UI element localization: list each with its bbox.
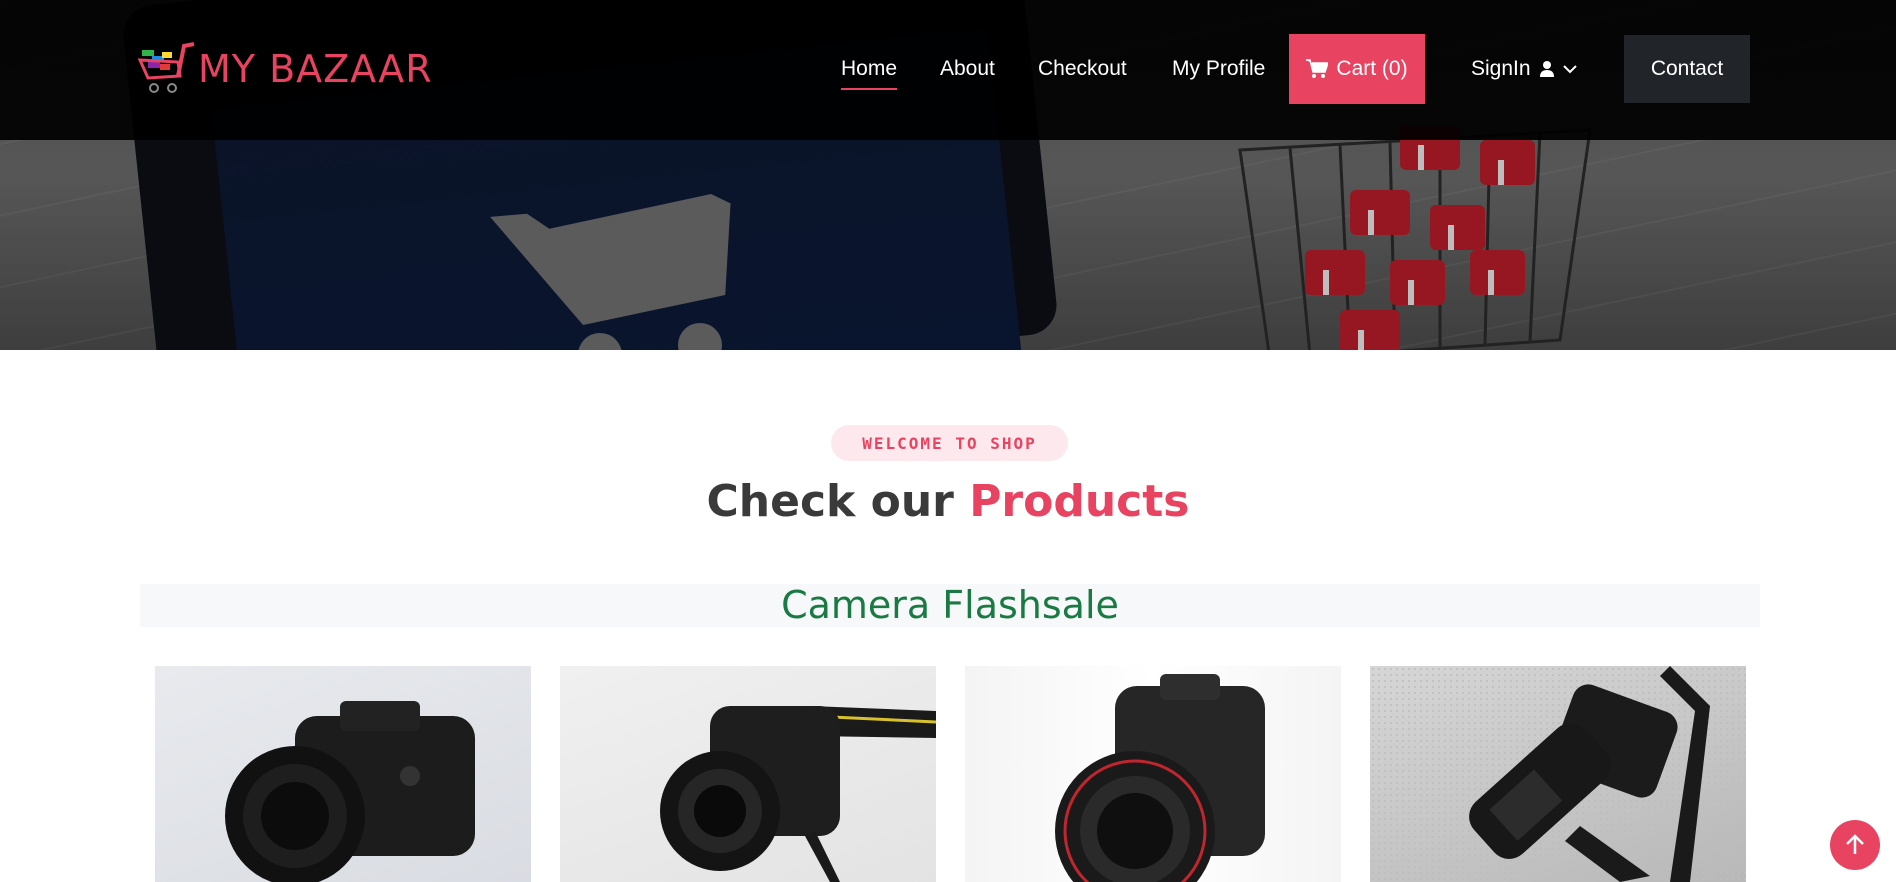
dslr-camera-front-photo: [225, 701, 475, 882]
scroll-to-top-button[interactable]: [1830, 820, 1880, 870]
product-card-4[interactable]: [1370, 666, 1746, 882]
cart-label: Cart (0): [1336, 57, 1408, 80]
nav-contact-button[interactable]: Contact: [1624, 35, 1750, 103]
arrow-up-icon: [1846, 834, 1864, 854]
product-card-1[interactable]: [155, 666, 531, 882]
section-title-part1: Check our: [706, 476, 954, 527]
nav-about-link[interactable]: About: [940, 34, 995, 104]
top-navbar: MY BAZAAR Home About Checkout My Profile…: [0, 0, 1896, 140]
main-nav: Home About Checkout My Profile Cart (0) …: [0, 34, 1896, 104]
contact-label: Contact: [1650, 57, 1724, 80]
welcome-label: WELCOME TO SHOP: [862, 433, 1037, 453]
nav-cart-button[interactable]: Cart (0): [1289, 34, 1425, 104]
section-title-part2: Products: [969, 476, 1190, 527]
signin-label: SignIn: [1471, 57, 1531, 80]
nav-signin-dropdown[interactable]: SignIn: [1471, 34, 1577, 104]
canon-camera-wide-lens-photo: [1055, 674, 1265, 882]
section-title: Check our Products: [0, 476, 1896, 527]
dslr-camera-with-strap-photo: [660, 706, 936, 882]
flashsale-title: Camera Flashsale: [781, 583, 1119, 627]
product-card-2[interactable]: [560, 666, 936, 882]
nav-home-link[interactable]: Home: [841, 34, 898, 104]
nav-checkout-link[interactable]: Checkout: [1038, 34, 1127, 104]
chevron-down-icon: [1562, 65, 1577, 74]
flashsale-bar: Camera Flashsale: [140, 584, 1760, 627]
nav-profile-link[interactable]: My Profile: [1172, 34, 1265, 104]
cart-icon: [1306, 59, 1329, 78]
camera-on-pavement-bw-photo: [1469, 666, 1710, 882]
product-card-3[interactable]: [965, 666, 1341, 882]
welcome-badge: WELCOME TO SHOP: [831, 425, 1068, 461]
user-icon: [1539, 61, 1554, 77]
